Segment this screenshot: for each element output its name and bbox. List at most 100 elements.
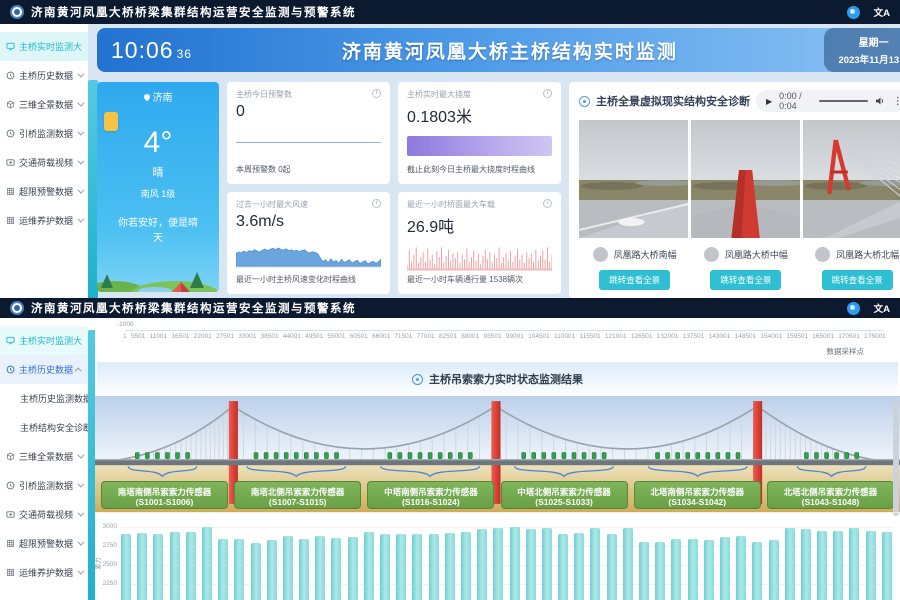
info-icon[interactable]: i [372, 199, 381, 208]
chevron-down-icon [77, 481, 84, 488]
x-tick: 49501 [305, 333, 323, 340]
sensor-group-button[interactable]: 中塔南侧吊索索力传感器(S1016-S1024) [367, 481, 494, 509]
system-title: 济南黄河凤凰大桥桥梁集群结构运营安全监测与预警系统 [31, 4, 356, 20]
user-icon[interactable] [847, 302, 860, 315]
volume-icon[interactable] [875, 96, 886, 106]
sidebar-item-label: 运维养护数据查询 [19, 214, 73, 227]
weather-illustration [97, 258, 219, 292]
x-tick: 154001 [760, 333, 782, 340]
video-icon [6, 510, 15, 519]
sidebar-item[interactable]: 交通荷载视频监测 [0, 500, 88, 529]
section-badge-icon [412, 374, 423, 385]
info-icon[interactable]: i [543, 89, 552, 98]
sidebar-item[interactable]: 三维全景数据查询 [0, 442, 88, 471]
sidebar-item[interactable]: 主桥实时监测大屏 [0, 32, 88, 61]
sensor-group-button[interactable]: 南塔北侧吊索索力传感器(S1007-S1015) [234, 481, 361, 509]
cube-icon [6, 452, 15, 461]
x-tick: 82501 [439, 333, 457, 340]
play-icon[interactable]: ▶ [766, 97, 772, 106]
sidebar-item-label: 交通荷载视频监测 [19, 156, 73, 169]
weather-wind: 南风 1级 [97, 187, 219, 200]
stat-card: 主桥实时最大挠度i0.1803米截止此刻今日主桥最大挠度时程曲线 [398, 82, 561, 184]
chevron-down-icon [77, 71, 84, 78]
grid-icon [6, 216, 15, 225]
view-panorama-button[interactable]: 跳转查看全景 [710, 270, 781, 290]
sidebar-item[interactable]: 主桥历史数据查询 [0, 61, 88, 90]
sidebar-item-label: 超限预警数据查询 [19, 185, 73, 198]
sidebar-item[interactable]: 引桥监测数据查询 [0, 119, 88, 148]
translate-icon[interactable]: 文A [874, 5, 890, 19]
weather-city: 济南 [153, 89, 173, 104]
video-progress-bar[interactable] [819, 100, 868, 102]
x-tick: 148501 [735, 333, 757, 340]
titlebar: 济南黄河凤凰大桥桥梁集群结构运营安全监测与预警系统 文A [0, 0, 900, 24]
cable-section-banner: 主桥吊索索力实时状态监测结果 [97, 362, 898, 395]
info-icon[interactable]: i [543, 199, 552, 208]
stat-card-viz [236, 121, 381, 164]
y-tick-label: 2500 [95, 561, 117, 568]
titlebar: 济南黄河凤凰大桥桥梁集群结构运营安全监测与预警系统 文A [0, 298, 900, 318]
view-panorama-button[interactable]: 跳转查看全景 [822, 270, 893, 290]
camera-scene [691, 120, 800, 238]
cable-section-title: 主桥吊索索力实时状态监测结果 [429, 371, 583, 387]
force-bars [121, 513, 892, 600]
sensor-group-name: 北塔南侧吊索索力传感器 [635, 487, 760, 497]
camera-label-cell: 凤凰路大桥中幅 [690, 247, 801, 262]
wind-sparkline [236, 238, 381, 268]
force-bar [736, 536, 746, 600]
x-tick: 110001 [554, 333, 575, 340]
chevron-down-icon [77, 100, 84, 107]
stat-card-footer: 最近一小时车辆通行量 1538辆次 [407, 274, 552, 287]
force-bar [785, 528, 795, 600]
force-bar [445, 533, 455, 600]
translate-icon[interactable]: 文A [874, 301, 890, 315]
sidebar-item[interactable]: 运维养护数据查询 [0, 558, 88, 587]
sensor-group-range: (S1043-S1048) [768, 497, 893, 507]
scrollbar-strip[interactable] [88, 24, 95, 298]
sidebar-item[interactable]: 超限预警数据查询 [0, 177, 88, 206]
sidebar-item[interactable]: 主桥实时监测大屏 [0, 326, 88, 355]
stat-card-title-row: 最近一小时桥面最大车载i [407, 199, 552, 210]
sidebar: 主桥实时监测大屏主桥历史数据查询三维全景数据查询引桥监测数据查询交通荷载视频监测… [0, 24, 88, 298]
camera-thumbnail[interactable] [691, 120, 800, 238]
sidebar-item[interactable]: 引桥监测数据查询 [0, 471, 88, 500]
stat-card-value: 26.9吨 [407, 213, 552, 237]
stat-card-title: 主桥实时最大挠度 [407, 89, 471, 100]
weather-card: 济南 4° 晴 南风 1级 你若安好，便是晴天 [97, 82, 219, 292]
sidebar-item[interactable]: 运维养护数据查询 [0, 206, 88, 235]
sensor-group-button[interactable]: 北塔南侧吊索索力传感器(S1034-S1042) [634, 481, 761, 509]
video-icon [6, 158, 15, 167]
sensor-group-button[interactable]: 南塔南侧吊索索力传感器(S1001-S1006) [101, 481, 228, 509]
grid-icon [6, 187, 15, 196]
sensor-group-range: (S1016-S1024) [368, 497, 493, 507]
user-icon[interactable] [847, 6, 860, 19]
camera-avatar [815, 247, 830, 262]
info-icon[interactable]: i [372, 89, 381, 98]
right-scrollbar[interactable] [893, 398, 899, 516]
vr-panel-title: 主桥全景虚拟现实结构安全诊断 [596, 93, 750, 109]
sidebar-subitem[interactable]: 主桥历史监测数据 [0, 384, 88, 413]
force-bar [769, 540, 779, 600]
sensor-group-button[interactable]: 中塔北侧吊索索力传感器(S1025-S1033) [501, 481, 628, 509]
sensor-group-button[interactable]: 北塔北侧吊索索力传感器(S1043-S1048) [767, 481, 894, 509]
more-options-icon[interactable]: ⋮ [893, 96, 900, 107]
x-tick: 44001 [283, 333, 301, 340]
deflection-bar [407, 136, 552, 156]
stat-card-footer: 最近一小时主桥风速变化时程曲线 [236, 274, 381, 287]
force-bar [477, 529, 487, 600]
sidebar-item[interactable]: 主桥历史数据查询 [0, 355, 88, 384]
view-panorama-button[interactable]: 跳转查看全景 [599, 270, 670, 290]
sidebar-subitem[interactable]: 主桥结构安全诊断 [0, 413, 88, 442]
sidebar-item[interactable]: 三维全景数据查询 [0, 90, 88, 119]
sidebar-item[interactable]: 超限预警数据查询 [0, 529, 88, 558]
force-bar [607, 534, 617, 600]
weather-alert-badge[interactable] [104, 112, 118, 131]
camera-thumbnails [579, 120, 900, 238]
weather-motto: 你若安好，便是晴天 [97, 216, 219, 246]
x-tick: 33001 [238, 333, 256, 340]
camera-thumbnail[interactable] [803, 120, 900, 238]
sidebar-item[interactable]: 交通荷载视频监测 [0, 148, 88, 177]
sidebar-item-label: 主桥历史数据查询 [19, 69, 73, 82]
app-logo-icon [10, 301, 24, 315]
camera-thumbnail[interactable] [579, 120, 688, 238]
